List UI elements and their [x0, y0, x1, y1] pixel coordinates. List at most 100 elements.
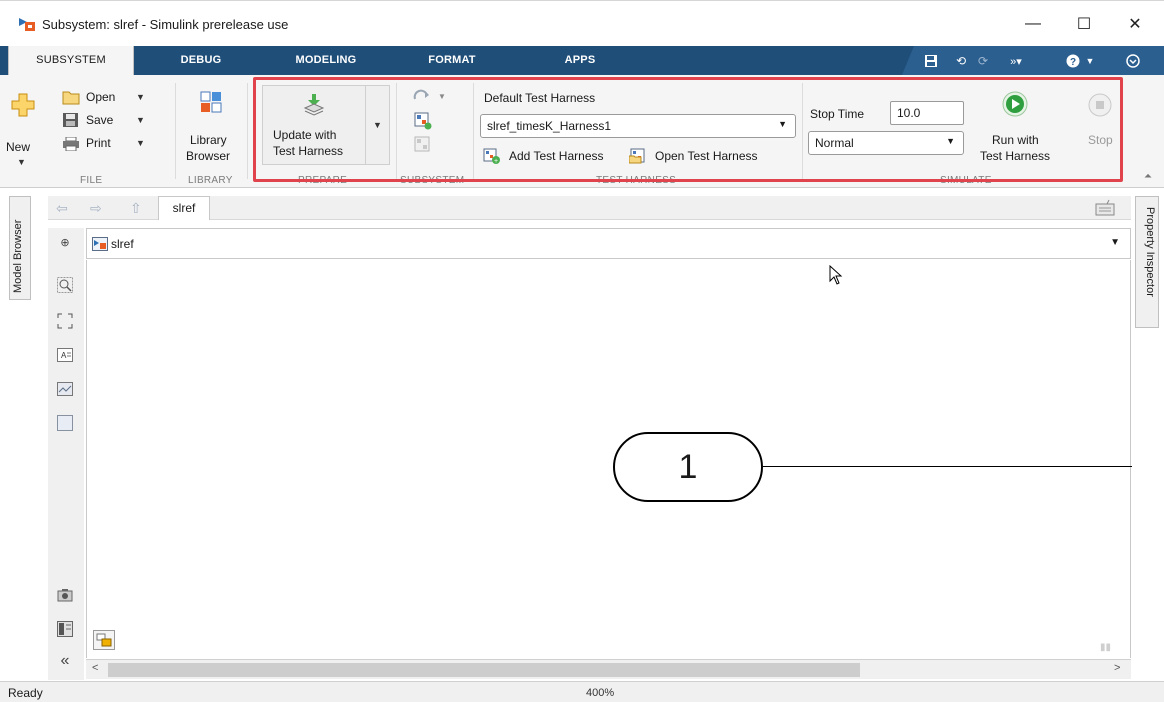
scroll-left-icon[interactable]: <	[92, 662, 98, 674]
collapse-ribbon-arrow-icon[interactable]: ⏶	[1144, 171, 1152, 182]
svg-text:+: +	[494, 158, 498, 164]
inport-block[interactable]: 1	[613, 432, 763, 502]
run-play-icon	[1002, 91, 1028, 117]
minimize-button[interactable]: —	[1010, 9, 1056, 39]
stop-time-field[interactable]: 10.0	[890, 101, 964, 125]
save-disk-icon	[63, 113, 78, 127]
model-browser-tab[interactable]: Model Browser	[9, 196, 31, 300]
open-button[interactable]: Open ▼	[62, 89, 152, 109]
property-inspector-tab[interactable]: Property Inspector	[1135, 196, 1159, 328]
section-label-prepare: PREPARE	[298, 175, 348, 186]
print-button[interactable]: Print ▼	[62, 135, 152, 155]
convert-subsystem-icon: ▼	[413, 89, 446, 101]
title-bar: Subsystem: slref - Simulink prerelease u…	[0, 0, 1164, 46]
tool-palette: ⊕ A «	[48, 228, 84, 680]
stop-time-label: Stop Time	[810, 107, 865, 121]
window-title: Subsystem: slref - Simulink prerelease u…	[42, 17, 289, 32]
ribbon-tab-strip: SUBSYSTEM DEBUG MODELING FORMAT APPS ⟲ ⟳…	[0, 46, 1164, 75]
hide-show-explorer-icon[interactable]: ⊕	[56, 233, 74, 251]
keyboard-icon[interactable]	[1095, 199, 1115, 217]
open-folder-icon	[62, 91, 80, 105]
tab-apps[interactable]: APPS	[545, 46, 615, 75]
add-harness-icon: +	[483, 148, 500, 164]
subsystem-disabled-button[interactable]	[414, 136, 434, 156]
add-test-harness-button[interactable]: + Add Test Harness	[483, 147, 625, 167]
status-bar: Ready 400%	[0, 681, 1164, 702]
screenshot-camera-icon[interactable]	[56, 586, 74, 604]
simulation-mode-select[interactable]: Normal ▼	[808, 131, 964, 155]
simulink-app-icon	[19, 18, 35, 31]
svg-text:A: A	[61, 351, 67, 360]
horizontal-scrollbar[interactable]: < >	[86, 659, 1131, 679]
help-icon[interactable]: ? ▼	[1062, 52, 1098, 70]
new-plus-icon	[11, 93, 35, 117]
collapse-ribbon-icon[interactable]	[1124, 52, 1142, 70]
update-dropdown-button[interactable]: ▼	[366, 85, 390, 165]
scrollbar-thumb[interactable]	[108, 663, 860, 677]
zoom-level: 400%	[586, 687, 615, 699]
status-text: Ready	[8, 686, 43, 700]
library-browser-button[interactable]: Library Browser	[180, 83, 240, 171]
section-label-library: LIBRARY	[188, 175, 233, 186]
chevron-down-icon[interactable]: ▼	[1110, 237, 1120, 248]
zoom-icon[interactable]	[56, 276, 74, 294]
chevron-down-icon: ▼	[946, 136, 955, 146]
area-icon[interactable]	[56, 414, 74, 432]
harness-model-icon	[414, 112, 432, 130]
subsystem-convert-button[interactable]: ▼	[412, 87, 452, 107]
model-canvas[interactable]: 1 ▮▮	[86, 260, 1132, 658]
tab-format[interactable]: FORMAT	[412, 46, 492, 75]
back-arrow-icon[interactable]: ⇦	[56, 200, 68, 217]
subsystem-harness-button[interactable]	[414, 112, 434, 132]
address-path: slref	[111, 237, 134, 251]
section-label-test-harness: TEST HARNESS	[596, 175, 677, 186]
maximize-button[interactable]: ☐	[1061, 9, 1107, 39]
quick-access-edge	[902, 46, 914, 75]
annotation-icon[interactable]: A	[56, 346, 74, 364]
save-icon[interactable]	[922, 52, 940, 70]
model-icon	[92, 237, 108, 251]
fit-to-view-icon[interactable]	[56, 312, 74, 330]
harness-select[interactable]: slref_timesK_Harness1 ▼	[480, 114, 796, 138]
stop-icon	[1088, 93, 1112, 117]
mouse-pointer-icon	[829, 265, 843, 285]
new-dropdown-arrow: ▼	[17, 157, 26, 167]
tab-modeling[interactable]: MODELING	[278, 46, 374, 75]
signal-line[interactable]	[763, 466, 1132, 467]
breadcrumb-tab-slref[interactable]: slref	[158, 196, 210, 220]
collapse-palette-icon[interactable]: «	[56, 652, 74, 670]
tab-debug[interactable]: DEBUG	[163, 46, 239, 75]
scroll-right-icon[interactable]: >	[1114, 662, 1120, 674]
section-label-subsystem: SUBSYSTEM	[400, 175, 465, 186]
forward-arrow-icon[interactable]: ⇨	[90, 200, 102, 217]
printer-icon	[63, 137, 79, 151]
new-button[interactable]: New ▼	[6, 83, 40, 167]
property-panel-icon[interactable]	[56, 620, 74, 638]
redo-icon[interactable]: ⟳	[974, 52, 992, 70]
ribbon: New ▼ Open ▼ Save ▼ Print ▼ FILE Library…	[0, 75, 1164, 188]
update-with-test-harness-button[interactable]: Update with Test Harness	[262, 85, 366, 165]
open-harness-icon	[629, 148, 645, 164]
stop-button[interactable]: Stop	[1080, 85, 1120, 167]
address-bar[interactable]: slref ▼	[86, 228, 1131, 259]
hierarchy-lock-icon[interactable]	[93, 630, 115, 650]
undo-icon[interactable]: ⟲	[952, 52, 970, 70]
resize-grip-icon: ▮▮	[1100, 642, 1112, 653]
svg-text:▼: ▼	[438, 92, 446, 101]
section-label-simulate: SIMULATE	[940, 175, 992, 186]
section-label-file: FILE	[80, 175, 103, 186]
customize-icon[interactable]: »▾	[1000, 52, 1032, 70]
tab-subsystem[interactable]: SUBSYSTEM	[8, 46, 134, 75]
disabled-harness-icon	[414, 136, 430, 152]
up-arrow-icon[interactable]: ⇧	[130, 200, 142, 217]
library-browser-icon	[200, 91, 222, 113]
run-with-test-harness-button[interactable]: Run with Test Harness	[974, 85, 1058, 167]
open-test-harness-button[interactable]: Open Test Harness	[629, 147, 779, 167]
save-button[interactable]: Save ▼	[62, 112, 152, 132]
svg-text:?: ?	[1069, 57, 1075, 68]
explorer-bar: ⇦ ⇨ ⇧ slref	[48, 196, 1131, 220]
image-icon[interactable]	[56, 380, 74, 398]
chevron-down-icon: ▼	[778, 119, 787, 129]
default-test-harness-heading: Default Test Harness	[484, 91, 596, 105]
close-button[interactable]: ✕	[1112, 9, 1158, 39]
